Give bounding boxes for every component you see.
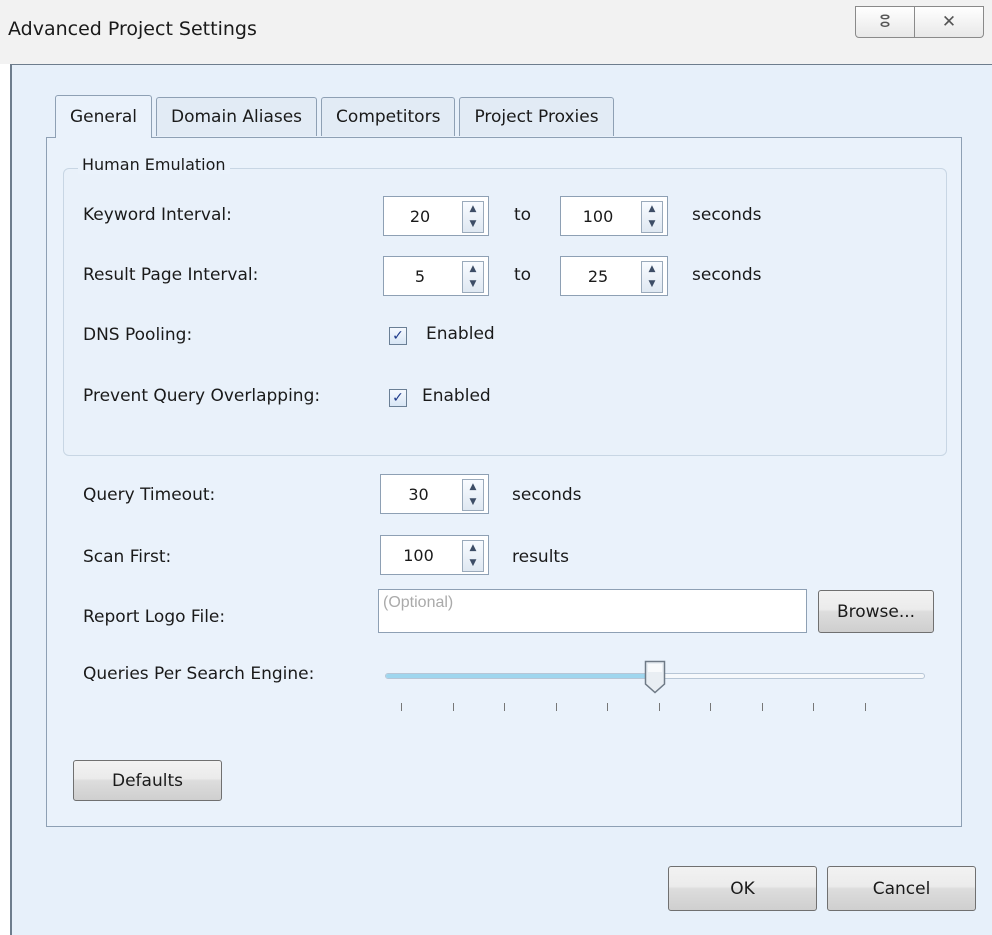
queries-per-search-engine-label: Queries Per Search Engine: [83, 664, 315, 684]
tab-domain-aliases[interactable]: Domain Aliases [156, 97, 318, 136]
tab-label: Competitors [336, 107, 441, 127]
slider-tick [504, 703, 505, 711]
defaults-button-label: Defaults [112, 770, 183, 791]
scan-first-unit: results [512, 547, 569, 567]
arrow-up-icon[interactable]: ▲ [470, 544, 477, 553]
result-page-interval-from-spinner[interactable]: 5 ▲ ▼ [383, 256, 489, 296]
arrow-up-icon[interactable]: ▲ [649, 205, 656, 214]
arrow-down-icon[interactable]: ▼ [470, 220, 477, 229]
spinner-arrows[interactable]: ▲ ▼ [462, 479, 484, 511]
result-page-interval-unit: seconds [692, 265, 762, 285]
keyword-interval-to-spinner[interactable]: 100 ▲ ▼ [560, 196, 668, 236]
report-logo-file-label: Report Logo File: [83, 607, 226, 627]
keyword-interval-unit: seconds [692, 205, 762, 225]
caption-buttons: ⵓ ✕ [855, 6, 984, 38]
tab-strip: General Domain Aliases Competitors Proje… [55, 95, 618, 138]
title-bar: Advanced Project Settings ⵓ ✕ [0, 0, 992, 64]
slider-tick [865, 703, 866, 711]
tab-general[interactable]: General [55, 95, 152, 138]
spinner-value: 5 [414, 266, 426, 286]
spinner-value: 100 [403, 545, 434, 565]
slider-tick [607, 703, 608, 711]
defaults-button[interactable]: Defaults [73, 760, 222, 801]
dns-pooling-checkbox-label[interactable]: Enabled [426, 324, 495, 344]
slider-tick [453, 703, 454, 711]
slider-tick [659, 703, 660, 711]
arrow-down-icon[interactable]: ▼ [649, 220, 656, 229]
query-timeout-spinner[interactable]: 30 ▲ ▼ [380, 474, 489, 514]
checkmark-icon: ✓ [392, 328, 404, 344]
spinner-arrows[interactable]: ▲ ▼ [462, 201, 484, 233]
scan-first-spinner[interactable]: 100 ▲ ▼ [380, 535, 489, 575]
slider-tick [710, 703, 711, 711]
spinner-arrows[interactable]: ▲ ▼ [462, 540, 484, 572]
report-logo-file-input[interactable]: (Optional) [378, 589, 807, 633]
spinner-value: 25 [587, 266, 609, 286]
arrow-down-icon[interactable]: ▼ [649, 280, 656, 289]
keyword-interval-to-label: to [514, 205, 532, 225]
slider-tick [813, 703, 814, 711]
close-icon: ✕ [941, 12, 957, 32]
tab-label: Project Proxies [474, 107, 599, 127]
help-button[interactable]: ⵓ [855, 6, 915, 38]
ok-button[interactable]: OK [668, 866, 817, 911]
keyword-interval-from-spinner[interactable]: 20 ▲ ▼ [383, 196, 489, 236]
prevent-query-overlapping-checkbox-label[interactable]: Enabled [422, 386, 491, 406]
ok-button-label: OK [730, 878, 755, 899]
dns-pooling-checkbox[interactable]: ✓ [389, 327, 407, 345]
spinner-value: 100 [582, 206, 614, 226]
spinner-arrows[interactable]: ▲ ▼ [641, 261, 663, 293]
slider-tick [401, 703, 402, 711]
arrow-down-icon[interactable]: ▼ [470, 498, 477, 507]
query-timeout-label: Query Timeout: [83, 485, 216, 505]
slider-tick [762, 703, 763, 711]
cancel-button[interactable]: Cancel [827, 866, 976, 911]
dns-pooling-label: DNS Pooling: [83, 325, 193, 345]
result-page-interval-to-label: to [514, 265, 532, 285]
result-page-interval-to-spinner[interactable]: 25 ▲ ▼ [560, 256, 668, 296]
cancel-button-label: Cancel [872, 878, 931, 899]
tab-project-proxies[interactable]: Project Proxies [459, 97, 614, 136]
tab-label: Domain Aliases [171, 107, 303, 127]
scan-first-label: Scan First: [83, 547, 172, 567]
keyword-interval-label: Keyword Interval: [83, 205, 232, 225]
arrow-up-icon[interactable]: ▲ [649, 265, 656, 274]
arrow-down-icon[interactable]: ▼ [470, 559, 477, 568]
advanced-project-settings-dialog: Advanced Project Settings ⵓ ✕ General Do… [0, 0, 992, 935]
query-timeout-unit: seconds [512, 485, 582, 505]
spinner-value: 30 [408, 484, 429, 504]
close-button[interactable]: ✕ [915, 6, 984, 38]
human-emulation-legend: Human Emulation [78, 155, 230, 174]
spinner-value: 20 [409, 206, 431, 226]
slider-thumb[interactable] [644, 660, 666, 694]
result-page-interval-label: Result Page Interval: [83, 265, 259, 285]
prevent-query-overlapping-label: Prevent Query Overlapping: [83, 386, 321, 406]
help-icon: ⵓ [879, 12, 891, 32]
spinner-arrows[interactable]: ▲ ▼ [462, 261, 484, 293]
tab-competitors[interactable]: Competitors [321, 97, 456, 136]
arrow-up-icon[interactable]: ▲ [470, 483, 477, 492]
tab-label: General [70, 107, 137, 127]
arrow-down-icon[interactable]: ▼ [470, 280, 477, 289]
window-title: Advanced Project Settings [8, 18, 257, 40]
browse-button[interactable]: Browse... [818, 590, 934, 633]
arrow-up-icon[interactable]: ▲ [470, 205, 477, 214]
prevent-query-overlapping-checkbox[interactable]: ✓ [389, 389, 407, 407]
spinner-arrows[interactable]: ▲ ▼ [641, 201, 663, 233]
browse-button-label: Browse... [836, 601, 916, 622]
checkmark-icon: ✓ [392, 390, 404, 406]
arrow-up-icon[interactable]: ▲ [470, 265, 477, 274]
slider-fill [386, 674, 649, 678]
slider-tick [556, 703, 557, 711]
